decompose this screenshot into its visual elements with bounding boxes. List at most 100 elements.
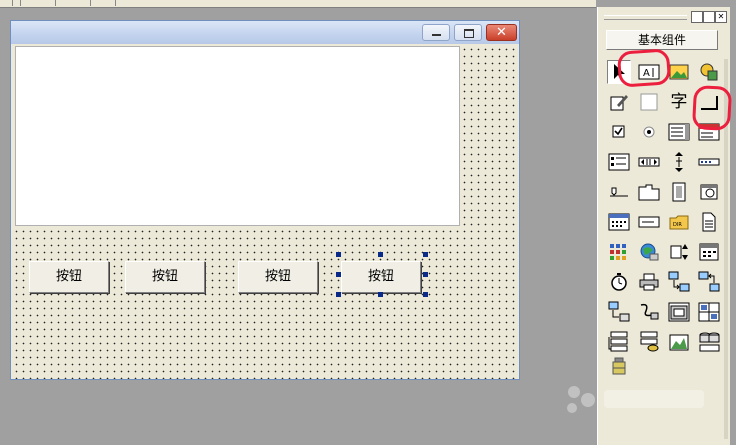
vscroll-icon [675,152,683,172]
network-icon [640,243,659,261]
odbc-tool[interactable] [697,330,721,354]
progress-tool[interactable] [697,150,721,174]
radio-icon [643,126,655,138]
split-tool[interactable] [697,300,721,324]
radio-tool[interactable] [637,120,661,144]
selection-handle[interactable] [336,252,341,257]
tabcontrol-icon [638,184,660,201]
printer-tool[interactable] [637,270,661,294]
slider-icon [610,187,628,197]
toolbox-close-icon[interactable]: ✕ [715,11,727,23]
server-icon [698,271,720,292]
selection-handle[interactable] [378,252,383,257]
annotation-circle-button-tool [691,85,733,131]
form-title-bar[interactable]: ✕ [11,21,519,45]
grid-tool[interactable] [607,240,631,264]
selection-handle[interactable] [423,292,428,297]
modem-tool[interactable] [637,300,661,324]
listbox-tool[interactable] [667,120,691,144]
selection-handle[interactable] [336,272,341,277]
listview-icon [608,153,630,171]
watermark-logo [567,386,704,413]
grid-icon [610,244,626,260]
selection-handle[interactable] [423,272,428,277]
bundle-tool[interactable] [607,354,631,378]
vscroll-tool[interactable] [667,150,691,174]
drivebox-tool[interactable]: DIR [667,210,691,234]
hscroll-icon [638,157,660,167]
picture-tool[interactable] [667,60,691,84]
form-designer-window[interactable]: ✕ 按钮 按钮 按钮 按钮 [10,20,520,380]
slider-tool[interactable] [607,180,631,204]
listview-tool[interactable] [607,150,631,174]
transfer-tool[interactable] [607,300,631,324]
hscroll-tool[interactable] [637,150,661,174]
chart-tool[interactable] [667,330,691,354]
textbox-tool[interactable] [637,210,661,234]
spinner-icon [670,244,688,260]
annotation-circle-label-tool [616,48,672,88]
database-tool[interactable] [607,330,631,354]
edit-box-control[interactable] [15,46,460,226]
window-tool[interactable] [667,300,691,324]
maximize-button[interactable] [454,24,482,41]
document-tool[interactable] [697,210,721,234]
client-tool[interactable] [667,270,691,294]
printer-icon [639,273,659,291]
close-button[interactable]: ✕ [486,24,517,41]
checkbox-icon [612,125,625,138]
minimize-button[interactable] [422,24,450,41]
close-icon: ✕ [496,25,507,40]
editbox-tool[interactable] [607,90,631,114]
chart-icon [669,334,689,351]
client-icon [668,271,690,292]
checkbox-tool[interactable] [607,120,631,144]
timer-icon [700,184,718,200]
toolbox-restore-icon[interactable] [703,11,715,23]
calendar-icon [608,213,630,231]
frame-tool[interactable] [637,90,661,114]
server-tool[interactable] [697,270,721,294]
window-icon [668,302,690,322]
bundle-icon [612,357,626,375]
timer-tool[interactable] [697,180,721,204]
shape-icon [700,63,718,81]
spinner-tool[interactable] [667,240,691,264]
selection-handle[interactable] [336,292,341,297]
odbc-icon [699,332,720,352]
filebox-icon [672,182,686,202]
font-char-tool[interactable]: 字 [667,90,691,114]
dbfield-tool[interactable] [637,330,661,354]
calendar-tool[interactable] [607,210,631,234]
shape-tool[interactable] [697,60,721,84]
clock-tool[interactable] [607,270,631,294]
drivebox-icon: DIR [669,215,689,230]
form-design-grid[interactable]: 按钮 按钮 按钮 按钮 [11,44,519,379]
minimize-icon [432,34,441,36]
selection-handle[interactable] [378,292,383,297]
network-tool[interactable] [637,240,661,264]
document-icon [702,212,716,232]
form-button-4[interactable]: 按钮 [341,261,421,293]
form-button-3[interactable]: 按钮 [238,261,318,293]
modem-icon [640,303,659,320]
dbfield-icon [640,331,659,352]
selection-handle[interactable] [423,252,428,257]
form-button-2[interactable]: 按钮 [125,261,205,293]
toolbox-pin-icon[interactable] [691,11,703,23]
frame-icon [640,93,658,111]
split-icon [698,302,720,322]
ide-right-edge [730,0,736,445]
progress-icon [698,158,720,166]
tabcontrol-tool[interactable] [637,180,661,204]
toolbox-tab-basic[interactable]: 基本组件 [606,30,718,50]
form-button-1[interactable]: 按钮 [29,261,109,293]
toolbox-grip[interactable] [604,15,687,20]
ide-toolbar-strip [0,0,596,8]
status-icon [699,243,719,261]
listbox-icon [668,123,690,141]
editbox-icon [610,95,628,111]
status-tool[interactable] [697,240,721,264]
database-icon [608,331,628,352]
filebox-tool[interactable] [667,180,691,204]
